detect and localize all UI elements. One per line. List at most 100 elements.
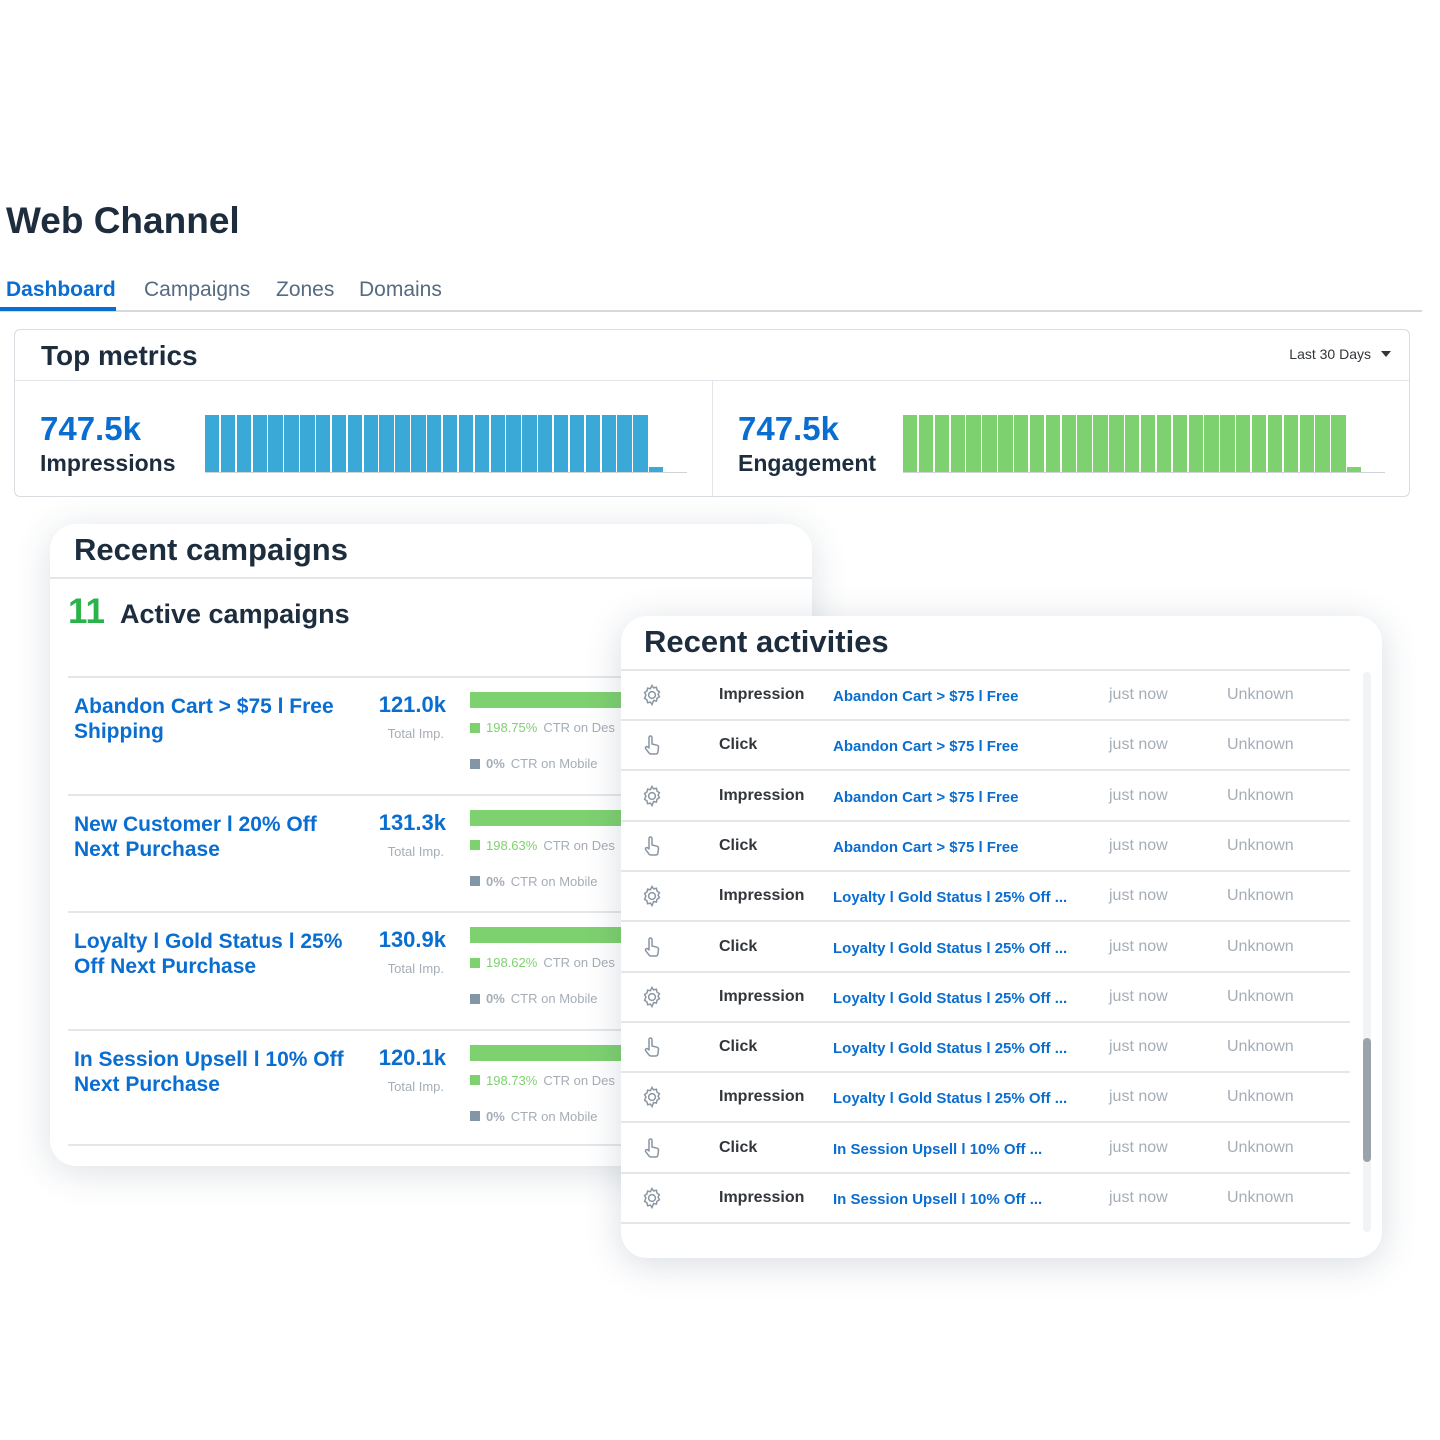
activity-campaign-link[interactable]: Abandon Cart > $75 l Free — [833, 738, 1087, 755]
recent-campaigns-title: Recent campaigns — [74, 532, 348, 567]
legend-swatch — [470, 758, 480, 769]
chart-bar — [331, 415, 347, 473]
activity-campaign-link[interactable]: Loyalty l Gold Status l 25% Off ... — [833, 940, 1087, 957]
chart-bar — [1061, 415, 1076, 473]
top-metrics-title: Top metrics — [41, 340, 198, 371]
campaign-total-label: Total Imp. — [387, 961, 444, 976]
gear-icon — [640, 1085, 666, 1111]
activity-time: just now — [1109, 887, 1168, 905]
pointer-hand-icon — [640, 1136, 666, 1162]
mobile-ctr-label: CTR on Mobile — [510, 756, 598, 771]
activity-campaign-link[interactable]: Abandon Cart > $75 l Free — [833, 688, 1087, 705]
activity-type: Impression — [719, 887, 805, 905]
chart-bar — [966, 415, 981, 473]
chart-bar — [998, 415, 1013, 473]
chart-bar — [395, 415, 410, 473]
chart-bar — [506, 415, 521, 473]
mobile-ctr-value: 0% — [486, 1108, 505, 1124]
chart-bar — [903, 415, 918, 473]
impressions-bar-chart — [205, 411, 687, 473]
mobile-ctr-legend: 0% CTR on Mobile — [470, 874, 598, 889]
date-range-select[interactable]: Last 30 Days — [1289, 346, 1391, 362]
activity-row: Impression In Session Upsell l 10% Off .… — [621, 1174, 1350, 1224]
campaign-name-link[interactable]: Abandon Cart > $75 l Free Shipping — [74, 694, 354, 744]
chart-bar — [1109, 415, 1124, 473]
mobile-ctr-label: CTR on Mobile — [510, 873, 598, 889]
chart-bar — [1140, 415, 1156, 473]
engagement-bar-chart — [903, 411, 1385, 473]
gear-icon — [640, 784, 666, 810]
campaign-total-label: Total Imp. — [387, 1078, 444, 1094]
chart-bar — [569, 415, 585, 473]
activity-row: Click Loyalty l Gold Status l 25% Off ..… — [621, 1023, 1350, 1074]
engagement-label: Engagement — [738, 450, 877, 476]
tab-campaigns[interactable]: Campaigns — [144, 278, 250, 302]
activity-campaign-link[interactable]: Loyalty l Gold Status l 25% Off ... — [833, 889, 1087, 906]
chart-bar — [300, 415, 315, 473]
active-campaigns-label: Active campaigns — [120, 599, 350, 629]
tab-dashboard[interactable]: Dashboard — [6, 278, 116, 302]
chart-bar — [205, 415, 220, 473]
recent-activities-card: Recent activities Impression Abandon Car… — [621, 616, 1382, 1258]
chart-bar — [442, 415, 458, 473]
gear-icon — [640, 1186, 666, 1212]
activity-campaign-link[interactable]: Abandon Cart > $75 l Free — [833, 789, 1087, 806]
activity-source: Unknown — [1227, 1088, 1294, 1106]
activity-row: Impression Abandon Cart > $75 l Free jus… — [621, 671, 1350, 721]
chart-bar — [1172, 415, 1187, 473]
desktop-ctr-label: CTR on Des — [543, 955, 615, 970]
chart-bar — [427, 415, 442, 473]
activity-campaign-link[interactable]: Loyalty l Gold Status l 25% Off ... — [833, 990, 1087, 1007]
gear-icon — [640, 985, 666, 1011]
activity-source: Unknown — [1227, 836, 1294, 854]
chart-bar — [1125, 415, 1140, 473]
chart-bar — [458, 415, 474, 473]
chart-bar — [363, 415, 378, 473]
mobile-ctr-value: 0% — [486, 873, 505, 889]
activities-scrollbar[interactable] — [1363, 672, 1371, 1232]
campaign-total-impressions: 130.9k — [378, 927, 446, 952]
top-metrics-card: Top metrics Last 30 Days 747.5k Impressi… — [14, 329, 1410, 497]
campaign-name-link[interactable]: New Customer l 20% Off Next Purchase — [74, 812, 354, 862]
chart-bar — [316, 415, 331, 473]
activity-time: just now — [1109, 937, 1168, 955]
engagement-value: 747.5k — [738, 410, 839, 447]
activity-campaign-link[interactable]: Loyalty l Gold Status l 25% Off ... — [833, 1090, 1087, 1107]
campaign-total-impressions: 120.1k — [378, 1044, 446, 1070]
gear-icon — [640, 683, 666, 709]
scrollbar-thumb[interactable] — [1363, 1038, 1371, 1162]
activity-source: Unknown — [1227, 1038, 1294, 1056]
tab-zones[interactable]: Zones — [276, 278, 334, 302]
desktop-ctr-label: CTR on Des — [543, 1072, 615, 1088]
legend-swatch — [470, 1075, 480, 1085]
mobile-ctr-label: CTR on Mobile — [510, 991, 598, 1006]
activity-source: Unknown — [1227, 1189, 1294, 1206]
chart-baseline — [205, 472, 687, 473]
activity-campaign-link[interactable]: Abandon Cart > $75 l Free — [833, 839, 1087, 856]
activity-campaign-link[interactable]: In Session Upsell l 10% Off ... — [833, 1191, 1087, 1208]
chart-bar — [1236, 415, 1251, 473]
activity-time: just now — [1109, 987, 1168, 1005]
activity-time: just now — [1109, 786, 1168, 804]
chart-bar — [1220, 415, 1235, 473]
chart-bar — [379, 415, 394, 473]
activity-campaign-link[interactable]: Loyalty l Gold Status l 25% Off ... — [833, 1040, 1087, 1057]
activity-campaign-link[interactable]: In Session Upsell l 10% Off ... — [833, 1141, 1087, 1158]
pointer-hand-icon — [640, 1035, 666, 1061]
activity-time: just now — [1109, 1038, 1168, 1056]
chart-bar — [236, 415, 252, 473]
activity-type: Impression — [719, 686, 805, 703]
caret-down-icon — [1381, 351, 1391, 357]
mobile-ctr-legend: 0% CTR on Mobile — [470, 991, 598, 1006]
activity-type: Click — [719, 1038, 758, 1056]
recent-activities-title: Recent activities — [644, 624, 889, 659]
campaign-name-link[interactable]: In Session Upsell l 10% Off Next Purchas… — [74, 1047, 354, 1097]
campaign-total-label: Total Imp. — [387, 843, 444, 859]
campaign-name-link[interactable]: Loyalty l Gold Status l 25% Off Next Pur… — [74, 929, 354, 979]
chart-bar — [522, 415, 537, 473]
tab-domains[interactable]: Domains — [359, 278, 442, 302]
activity-time: just now — [1109, 1189, 1168, 1206]
chart-bar — [918, 415, 934, 473]
mobile-ctr-label: CTR on Mobile — [510, 1108, 598, 1124]
chart-bar — [1077, 415, 1092, 473]
